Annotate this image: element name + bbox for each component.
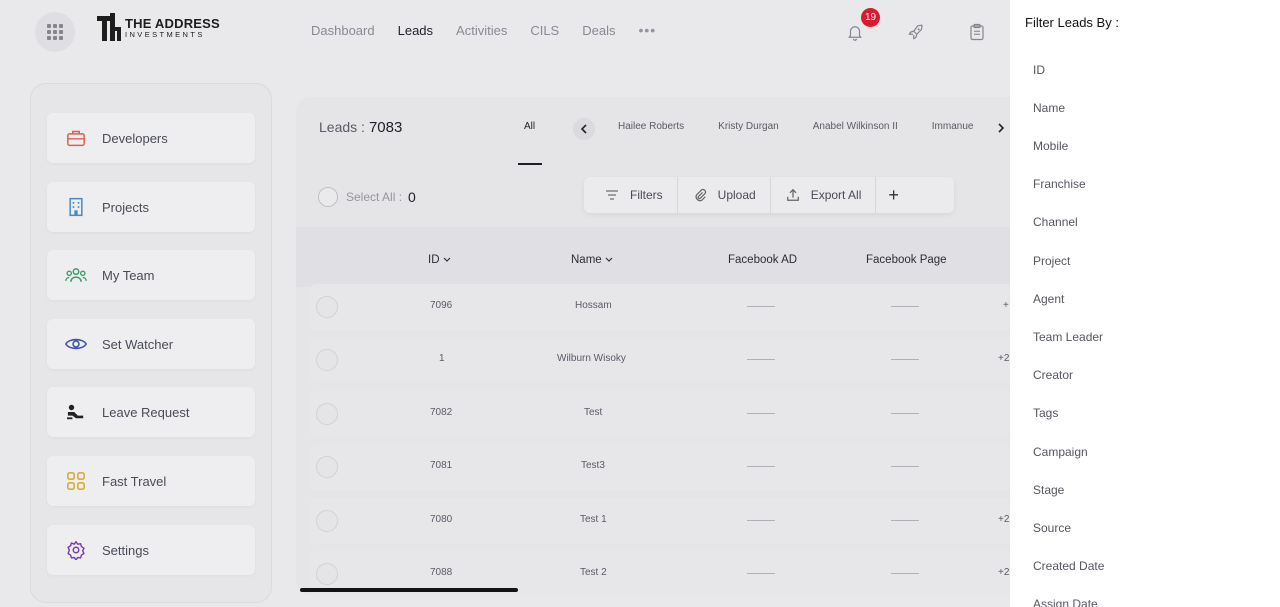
filter-option-name[interactable]: Name — [1033, 101, 1065, 115]
filter-option-created-date[interactable]: Created Date — [1033, 559, 1104, 573]
modal-backdrop[interactable] — [0, 0, 1010, 607]
filter-option-agent[interactable]: Agent — [1033, 292, 1064, 306]
filter-option-team-leader[interactable]: Team Leader — [1033, 330, 1103, 344]
filter-option-stage[interactable]: Stage — [1033, 483, 1064, 497]
filter-option-channel[interactable]: Channel — [1033, 215, 1078, 229]
filter-option-mobile[interactable]: Mobile — [1033, 139, 1068, 153]
filter-drawer: Filter Leads By : ID Name Mobile Franchi… — [1010, 0, 1280, 607]
filter-option-franchise[interactable]: Franchise — [1033, 177, 1086, 191]
filter-option-assign-date[interactable]: Assign Date — [1033, 597, 1098, 607]
filter-option-campaign[interactable]: Campaign — [1033, 445, 1088, 459]
filter-drawer-title: Filter Leads By : — [1025, 15, 1119, 30]
filter-option-creator[interactable]: Creator — [1033, 368, 1073, 382]
filter-option-tags[interactable]: Tags — [1033, 406, 1058, 420]
filter-option-project[interactable]: Project — [1033, 254, 1070, 268]
filter-option-source[interactable]: Source — [1033, 521, 1071, 535]
filter-option-id[interactable]: ID — [1033, 63, 1045, 77]
